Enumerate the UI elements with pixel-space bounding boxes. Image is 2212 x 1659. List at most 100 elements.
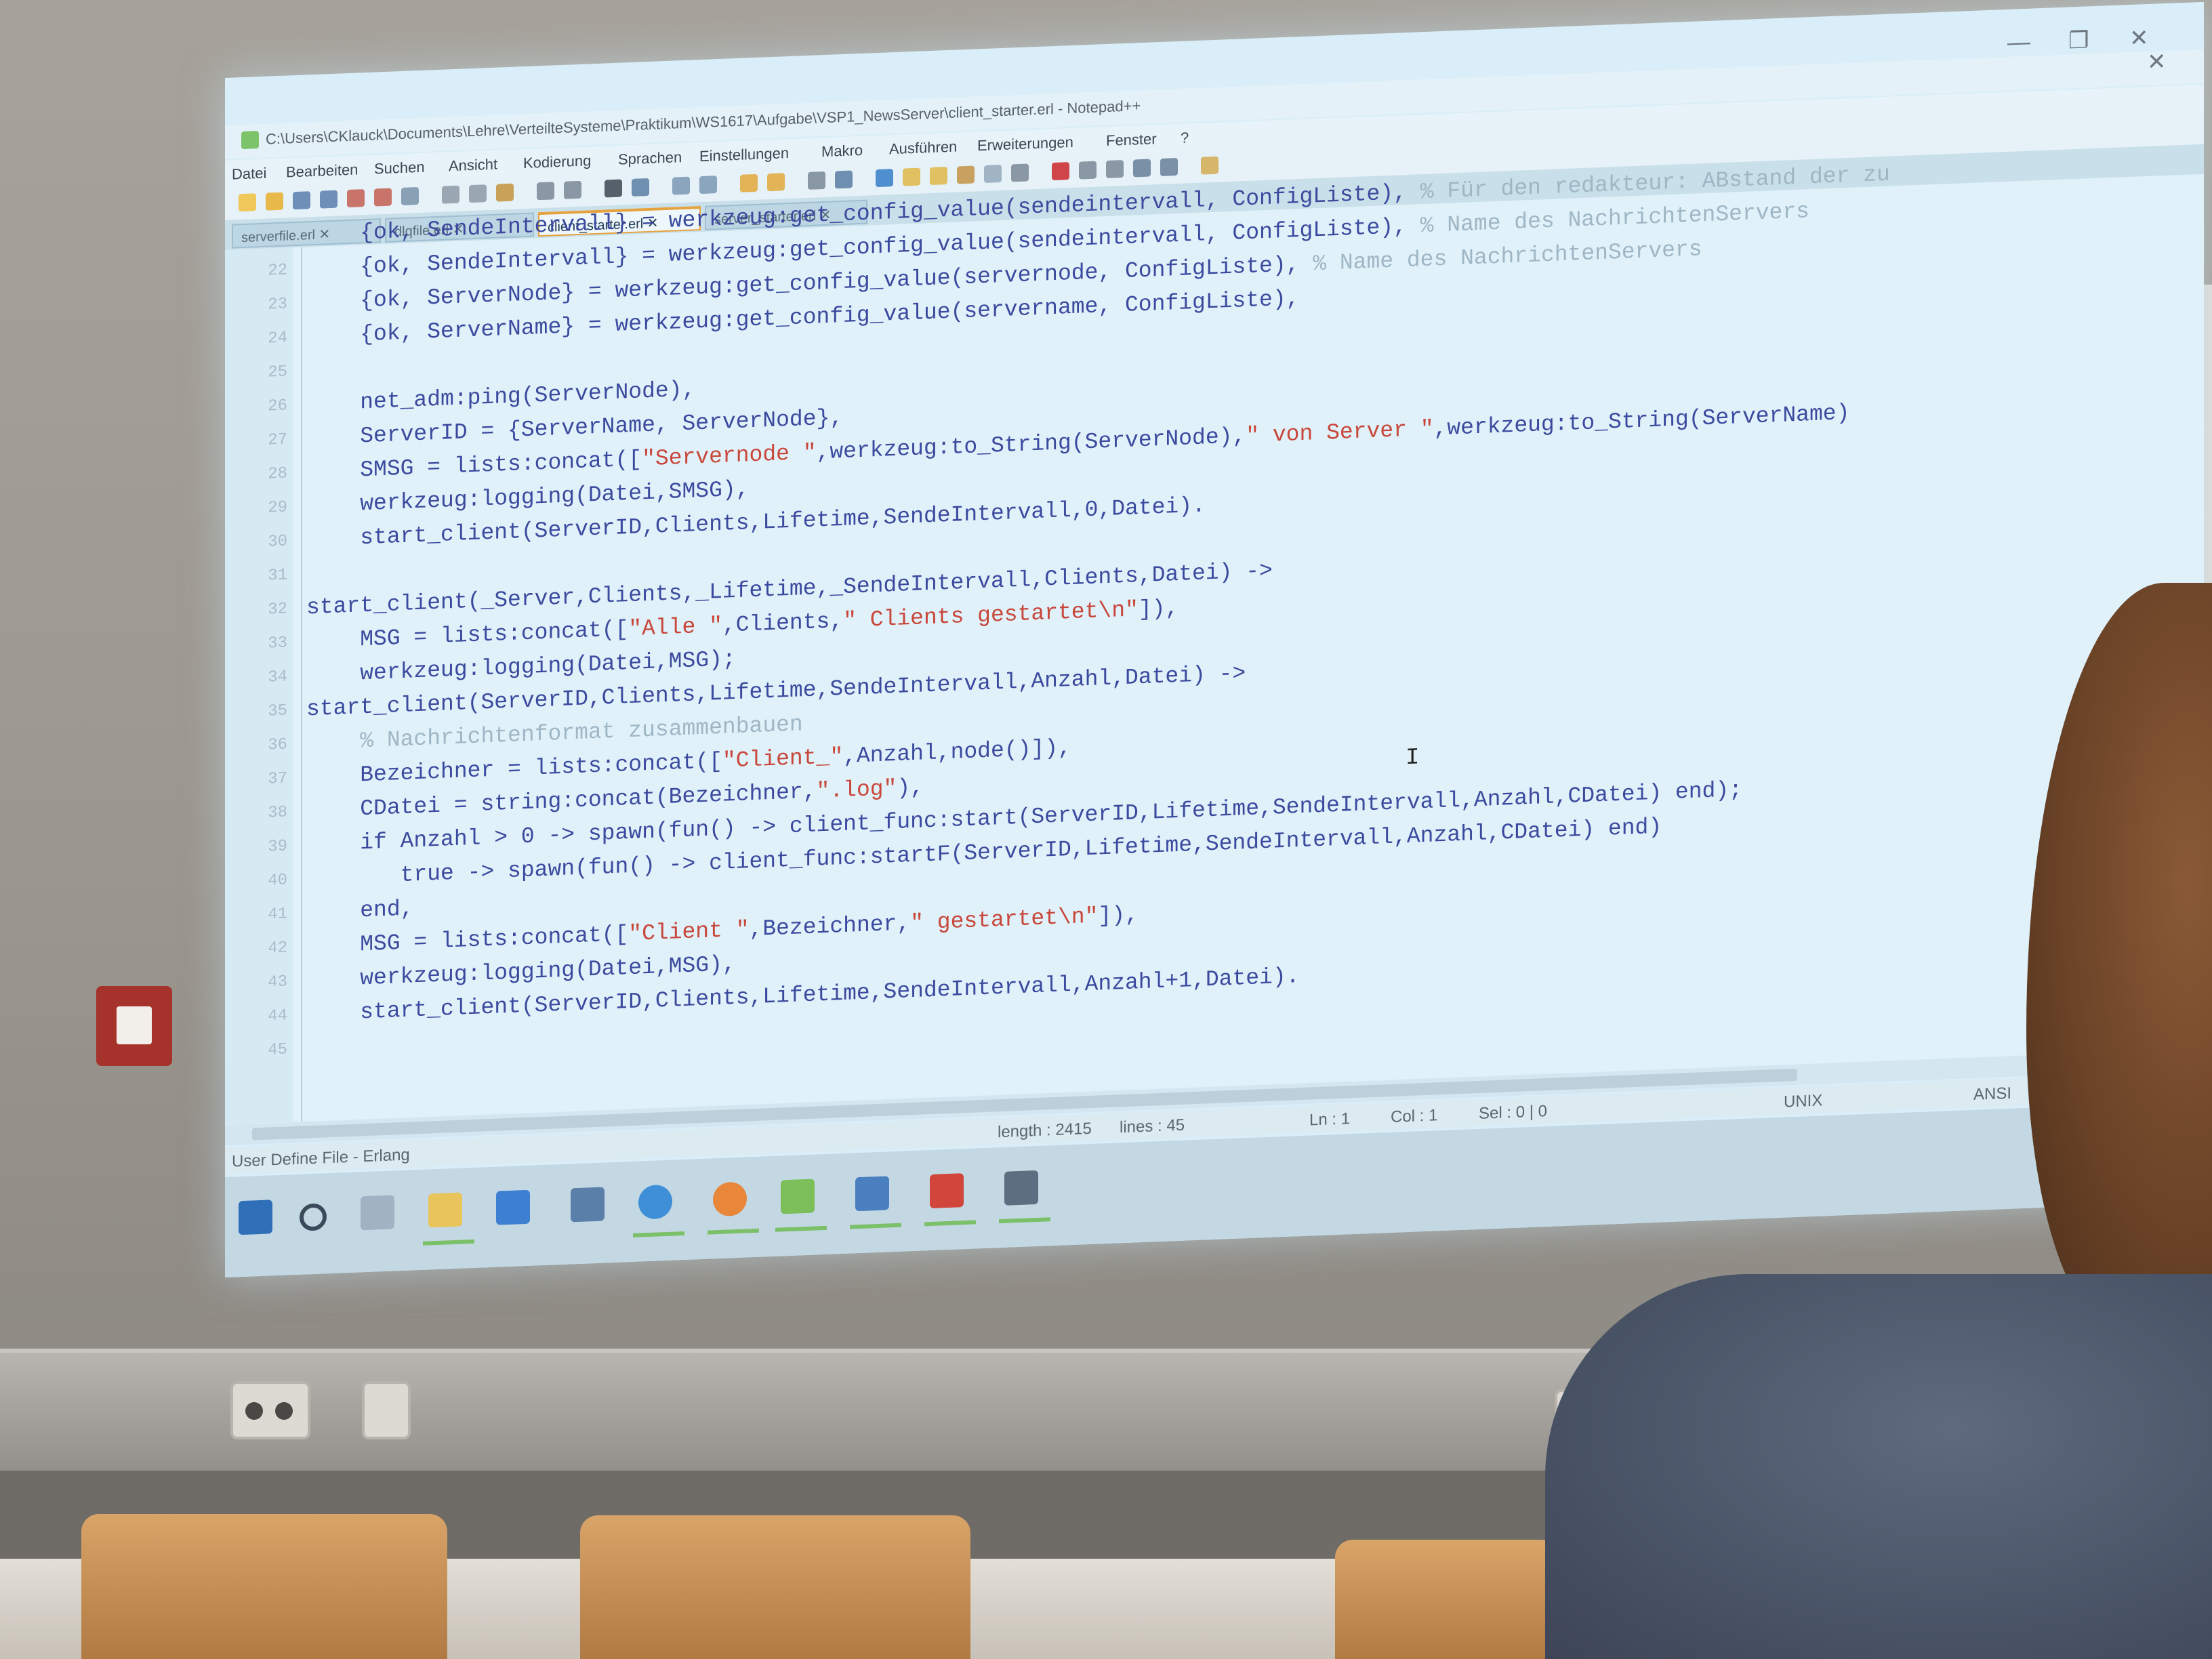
function-list-icon[interactable] xyxy=(930,167,947,186)
status-lines: lines : 45 xyxy=(1120,1115,1185,1137)
copy-icon[interactable] xyxy=(469,184,487,203)
run-macro-multiple-icon[interactable] xyxy=(1133,159,1151,178)
line-number: 43 xyxy=(268,972,287,992)
stop-macro-icon[interactable] xyxy=(1079,161,1097,180)
task-view-icon[interactable] xyxy=(361,1195,394,1231)
line-number: 25 xyxy=(268,363,287,382)
notepadpp-icon[interactable] xyxy=(781,1179,815,1214)
status-language: User Define File - Erlang xyxy=(232,1145,410,1171)
cortana-icon[interactable] xyxy=(300,1203,327,1231)
java-icon[interactable] xyxy=(571,1187,605,1223)
close-all-icon[interactable] xyxy=(374,188,392,207)
doc-map-icon[interactable] xyxy=(903,167,920,186)
menu-erweiterungen[interactable]: Erweiterungen xyxy=(977,134,1073,155)
line-number: 31 xyxy=(268,566,287,586)
menu-datei[interactable]: Datei xyxy=(232,165,266,184)
eye-icon[interactable] xyxy=(1011,163,1029,182)
plugin-icon[interactable] xyxy=(1201,156,1218,175)
start-icon[interactable] xyxy=(239,1200,272,1235)
close-document-button[interactable]: ✕ xyxy=(2147,48,2167,76)
menu-einstellungen[interactable]: Einstellungen xyxy=(699,144,789,165)
menu-suchen[interactable]: Suchen xyxy=(374,159,425,178)
minimize-button[interactable]: — xyxy=(2007,29,2030,56)
powerpoint-icon[interactable] xyxy=(930,1173,964,1209)
cut-icon[interactable] xyxy=(442,185,459,204)
line-number: 37 xyxy=(268,769,287,789)
menu-bearbeiten[interactable]: Bearbeiten xyxy=(286,161,358,181)
show-all-chars-icon[interactable] xyxy=(835,170,853,189)
line-number: 36 xyxy=(268,735,287,755)
menu-help[interactable]: ? xyxy=(1181,129,1189,146)
play-macro-icon[interactable] xyxy=(1106,160,1124,179)
person-shoulder xyxy=(1545,1274,2212,1659)
menu-ansicht[interactable]: Ansicht xyxy=(449,156,497,176)
undo-icon[interactable] xyxy=(537,182,554,201)
save-all-icon[interactable] xyxy=(320,190,337,209)
replace-icon[interactable] xyxy=(632,178,649,197)
monitoring-icon[interactable] xyxy=(984,164,1002,183)
redo-icon[interactable] xyxy=(564,180,581,199)
line-number: 41 xyxy=(268,905,287,924)
line-number: 44 xyxy=(268,1006,287,1026)
line-number: 24 xyxy=(268,329,287,348)
text-cursor-icon: I xyxy=(1406,745,1420,772)
folder-workspace-icon[interactable] xyxy=(957,165,975,184)
network-socket-icon xyxy=(362,1381,411,1439)
find-icon[interactable] xyxy=(605,179,622,198)
indent-guide-icon[interactable] xyxy=(876,169,893,188)
paste-icon[interactable] xyxy=(496,183,514,202)
close-file-icon[interactable] xyxy=(347,189,365,208)
print-icon[interactable] xyxy=(401,187,419,206)
chair xyxy=(580,1515,970,1659)
line-number: 27 xyxy=(268,430,287,450)
line-number: 42 xyxy=(268,939,287,958)
record-macro-icon[interactable] xyxy=(1052,162,1069,181)
zoom-in-icon[interactable] xyxy=(672,176,690,195)
maximize-button[interactable]: ❐ xyxy=(2068,26,2089,54)
power-socket-icon xyxy=(230,1381,310,1439)
firefox-icon[interactable] xyxy=(713,1181,747,1217)
status-length: length : 2415 xyxy=(998,1119,1092,1142)
menu-ausfuehren[interactable]: Ausführen xyxy=(889,138,957,158)
console-icon[interactable] xyxy=(1004,1170,1038,1206)
line-number: 45 xyxy=(268,1040,287,1060)
line-number: 29 xyxy=(268,498,287,518)
documents-icon[interactable] xyxy=(855,1176,889,1212)
line-number: 32 xyxy=(268,600,287,619)
menu-sprachen[interactable]: Sprachen xyxy=(618,148,682,169)
line-number: 40 xyxy=(268,871,287,890)
open-file-icon[interactable] xyxy=(266,192,283,211)
chrome-icon[interactable] xyxy=(638,1184,672,1220)
save-macro-icon[interactable] xyxy=(1160,157,1178,176)
new-file-icon[interactable] xyxy=(239,193,256,212)
line-number: 28 xyxy=(268,464,287,484)
line-number: 38 xyxy=(268,803,287,823)
code-text: end, xyxy=(306,896,414,926)
status-encoding: ANSI xyxy=(1973,1084,2012,1104)
word-wrap-icon[interactable] xyxy=(808,171,825,190)
line-number: 39 xyxy=(268,837,287,857)
sync-h-icon[interactable] xyxy=(767,173,785,192)
zoom-out-icon[interactable] xyxy=(699,176,717,194)
fire-alarm-icon xyxy=(96,986,172,1066)
status-sel: Sel : 0 | 0 xyxy=(1479,1102,1547,1123)
line-number: 26 xyxy=(268,396,287,416)
projected-screen: C:\Users\CKlauck\Documents\Lehre\Verteil… xyxy=(225,1,2204,1277)
file-explorer-icon[interactable] xyxy=(428,1192,462,1228)
sync-v-icon[interactable] xyxy=(740,173,758,192)
line-number xyxy=(240,227,287,229)
people-icon[interactable] xyxy=(496,1189,530,1225)
code-editor[interactable]: {ok, SendeIntervall} = werkzeug:get_conf… xyxy=(225,162,2204,1124)
menu-kodierung[interactable]: Kodierung xyxy=(523,152,591,172)
close-button[interactable]: ✕ xyxy=(2129,24,2149,52)
line-number: 30 xyxy=(268,532,287,552)
line-number: 33 xyxy=(268,634,287,653)
status-eol: UNIX xyxy=(1784,1091,1823,1111)
status-col: Col : 1 xyxy=(1391,1106,1438,1126)
line-number: 35 xyxy=(268,701,287,721)
window-controls: — ❐ ✕ ✕ xyxy=(2007,23,2184,75)
status-ln: Ln : 1 xyxy=(1309,1109,1351,1130)
menu-fenster[interactable]: Fenster xyxy=(1106,130,1157,150)
save-icon[interactable] xyxy=(293,191,310,210)
menu-makro[interactable]: Makro xyxy=(821,142,863,161)
